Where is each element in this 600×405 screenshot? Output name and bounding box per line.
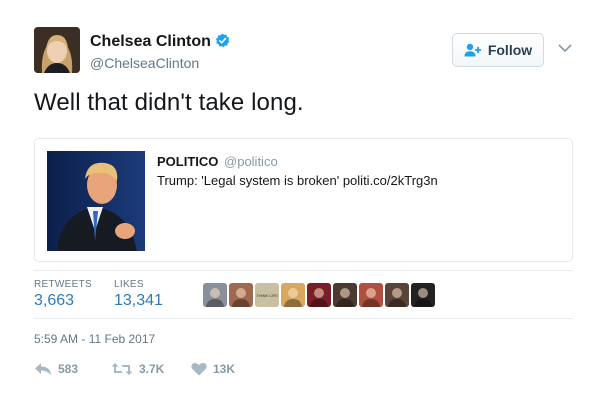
liker-avatar-4[interactable]: [281, 283, 305, 307]
reply-icon: [35, 363, 51, 375]
verified-badge-icon: [215, 33, 230, 48]
liker-avatar-5[interactable]: [307, 283, 331, 307]
author-name[interactable]: Chelsea Clinton: [90, 33, 230, 51]
retweet-button[interactable]: 3.7K: [111, 362, 164, 376]
divider-top: [34, 270, 573, 271]
liker-avatar-6[interactable]: [333, 283, 357, 307]
author-avatar[interactable]: [34, 27, 80, 73]
author-handle[interactable]: @ChelseaClinton: [90, 55, 199, 71]
quoted-author-name: POLITICO: [157, 154, 219, 169]
like-button[interactable]: 13K: [191, 362, 235, 376]
liker-avatar-7[interactable]: [359, 283, 383, 307]
quoted-author: POLITICO @politico: [157, 154, 278, 169]
tweet-timestamp[interactable]: 5:59 AM - 11 Feb 2017: [34, 332, 155, 346]
liker-avatar-1[interactable]: [203, 283, 227, 307]
liker-avatar-3[interactable]: THINK LIFE: [255, 283, 279, 307]
add-user-icon: [464, 43, 481, 57]
heart-icon: [191, 362, 207, 376]
liker-avatar-2[interactable]: [229, 283, 253, 307]
quoted-tweet-image[interactable]: [47, 151, 145, 251]
likes-count[interactable]: 13,341: [114, 292, 163, 310]
like-count: 13K: [213, 362, 236, 376]
liker-avatar-text: THINK LIFE: [256, 293, 278, 298]
divider-mid: [34, 318, 573, 319]
liker-avatar-9[interactable]: [411, 283, 435, 307]
liker-avatars: THINK LIFE: [203, 283, 435, 307]
author-name-text[interactable]: Chelsea Clinton: [90, 33, 211, 50]
chevron-down-icon[interactable]: [557, 42, 573, 54]
quoted-tweet-card[interactable]: POLITICO @politico Trump: 'Legal system …: [34, 138, 573, 262]
retweet-icon: [111, 363, 133, 375]
retweet-count: 3.7K: [139, 362, 165, 376]
follow-button[interactable]: Follow: [452, 33, 544, 67]
reply-count: 583: [58, 362, 79, 376]
follow-button-label: Follow: [487, 42, 533, 58]
likes-label: LIKES: [114, 279, 144, 290]
liker-avatar-8[interactable]: [385, 283, 409, 307]
retweets-count[interactable]: 3,663: [34, 292, 74, 310]
reply-button[interactable]: 583: [34, 362, 78, 376]
quoted-author-handle: @politico: [224, 154, 278, 169]
tweet-text: Well that didn't take long.: [34, 89, 304, 116]
quoted-tweet-text: Trump: 'Legal system is broken' politi.c…: [157, 173, 438, 188]
retweets-label: RETWEETS: [34, 279, 92, 290]
